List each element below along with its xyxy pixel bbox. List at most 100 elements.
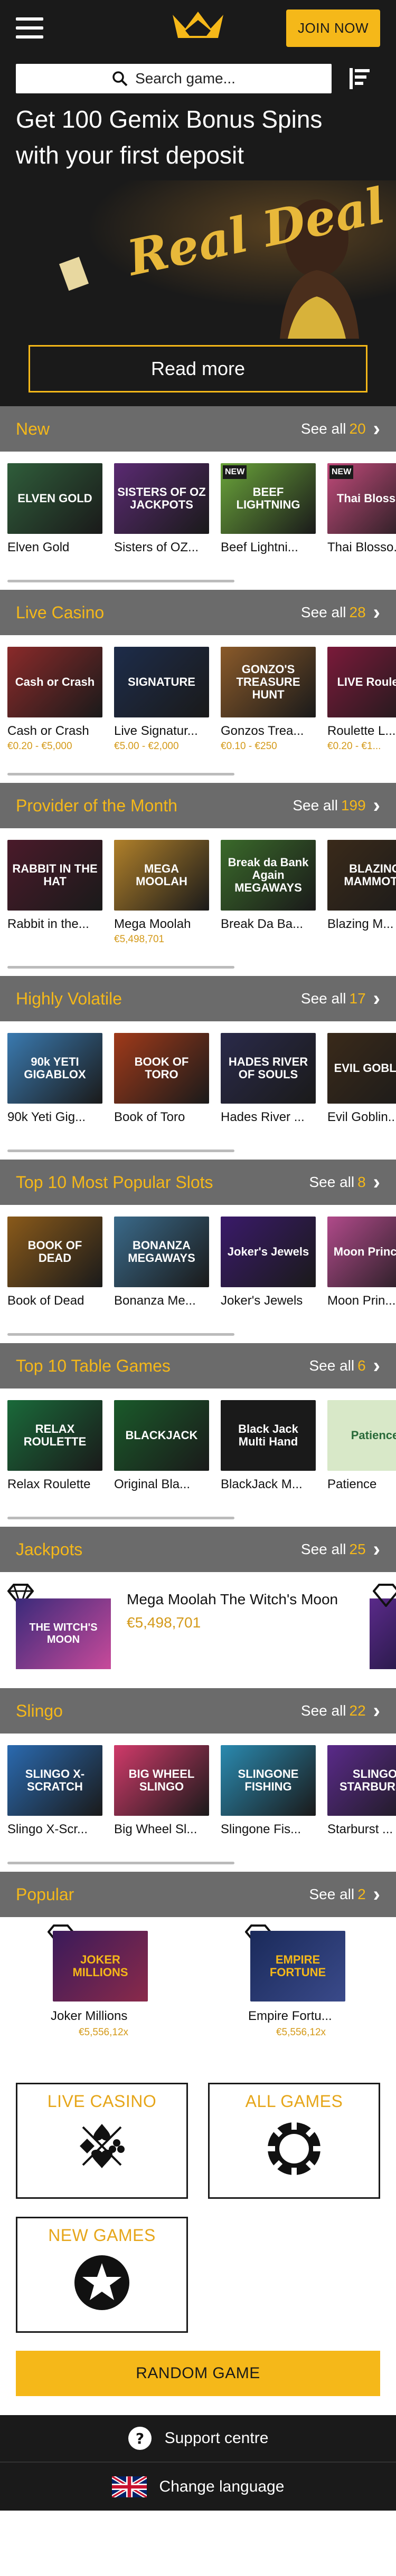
game-card[interactable]: MEGA MOOLAH Mega Moolah €5,498,701 <box>114 840 209 976</box>
see-all-link[interactable]: See all 28 › <box>301 601 380 625</box>
game-title: Break Da Ba... <box>221 917 304 931</box>
game-card[interactable]: Break da Bank Again MEGAWAYS Break Da Ba.… <box>221 840 316 976</box>
change-language-link[interactable]: Change language <box>0 2463 396 2511</box>
see-all-count: 17 <box>349 990 366 1007</box>
see-all-link[interactable]: See all 20 › <box>301 417 380 441</box>
row-scrollbar[interactable] <box>7 1517 234 1519</box>
help-icon: ? <box>128 2427 152 2450</box>
game-title: Rabbit in the... <box>7 917 89 931</box>
hero-real-deal-image: Real Deal <box>0 180 396 339</box>
game-thumbnail: Moon Princess <box>327 1217 396 1287</box>
row-scrollbar[interactable] <box>7 1150 234 1152</box>
chevron-right-icon: › <box>373 1170 380 1194</box>
game-card[interactable]: Cash or Crash Cash or Crash €0.20 - €5,000 <box>7 647 102 783</box>
see-all-count: 2 <box>357 1886 366 1902</box>
new-games-tile[interactable]: NEW GAMES <box>16 2217 188 2333</box>
see-all-count: 28 <box>349 604 366 620</box>
star-icon <box>74 2255 129 2310</box>
game-title: Hades River ... <box>221 1110 305 1124</box>
section-title: New <box>16 419 50 438</box>
game-card[interactable]: ELVEN GOLD Elven Gold <box>7 463 102 590</box>
section-header-top10-table: Top 10 Table Games See all 6 › <box>0 1343 396 1388</box>
game-card[interactable]: BLAZING MAMMOTH Blazing M... <box>327 840 396 976</box>
support-centre-link[interactable]: ? Support centre <box>0 2415 396 2462</box>
row-scrollbar[interactable] <box>7 1333 234 1336</box>
game-card[interactable]: RELAX ROULETTE Relax Roulette <box>7 1400 102 1527</box>
section-header-top10-slots: Top 10 Most Popular Slots See all 8 › <box>0 1160 396 1205</box>
game-thumbnail: BOOK OF DEAD <box>7 1217 102 1287</box>
game-thumbnail: Patience <box>327 1400 396 1471</box>
game-card[interactable]: BOOK OF TORO Book of Toro <box>114 1033 209 1160</box>
game-card[interactable]: SISTERS OF OZ JACKPOTS Sisters of OZ... <box>114 463 209 590</box>
jackpot-card[interactable]: THE WITCH'S MOON Mega Moolah The Witch's… <box>0 1572 396 1688</box>
game-card[interactable]: Joker's Jewels Joker's Jewels <box>221 1217 316 1343</box>
game-card[interactable]: Patience Patience <box>327 1400 396 1527</box>
game-card[interactable]: LIVE Roulette Roulette L... €0.20 - €1... <box>327 647 396 783</box>
game-card[interactable]: BOOK OF DEAD Book of Dead <box>7 1217 102 1343</box>
see-all-link[interactable]: See all 8 › <box>309 1171 380 1194</box>
game-card[interactable]: Black Jack Multi Hand BlackJack M... <box>221 1400 316 1527</box>
game-card[interactable]: SLINGO X-SCRATCH Slingo X-Scr... <box>7 1745 102 1872</box>
section-header-popular: Popular See all 2 › <box>0 1872 396 1917</box>
game-card[interactable]: SIGNATURE Live Signatur... €5.00 - €2,000 <box>114 647 209 783</box>
jackpot-game-title: Mega Moolah The Witch's Moon <box>127 1591 338 1607</box>
chevron-right-icon: › <box>373 1882 380 1906</box>
game-thumbnail: EVIL GOBLINS <box>327 1033 396 1104</box>
game-title: Gonzos Trea... <box>221 724 304 738</box>
game-title: Patience <box>327 1477 377 1491</box>
see-all-link[interactable]: See all 2 › <box>309 1883 380 1907</box>
game-card[interactable]: BEEF LIGHTNING NEW Beef Lightni... <box>221 463 316 590</box>
game-card[interactable]: Moon Princess Moon Prin... <box>327 1217 396 1343</box>
game-card[interactable]: BLACKJACK Original Bla... <box>114 1400 209 1527</box>
game-card[interactable]: Thai BlossomNEW Thai Blosso... <box>327 463 396 590</box>
filter-sort-icon[interactable] <box>346 66 372 91</box>
game-title: Starburst ... <box>327 1822 393 1836</box>
jackpot-diamond-icon <box>373 1584 396 1607</box>
jackpot-game-image[interactable]: THE WITCH'S MOON <box>16 1598 111 1669</box>
game-thumbnail: ELVEN GOLD <box>7 463 102 534</box>
game-title: Original Bla... <box>114 1477 191 1491</box>
game-thumbnail: LIVE Roulette <box>327 647 396 717</box>
random-game-button[interactable]: RANDOM GAME <box>16 2351 380 2396</box>
see-all-label: See all <box>300 1702 346 1719</box>
row-scrollbar[interactable] <box>7 773 234 775</box>
see-all-link[interactable]: See all 6 › <box>309 1354 380 1378</box>
see-all-link[interactable]: See all 25 › <box>301 1538 380 1562</box>
game-card[interactable]: GONZO'S TREASURE HUNT Gonzos Trea... €0.10… <box>221 647 316 783</box>
see-all-count: 22 <box>349 1702 366 1719</box>
row-scrollbar[interactable] <box>7 1862 234 1864</box>
game-row-provider: RABBIT IN THE HAT Rabbit in the... MEGA MO… <box>0 828 396 976</box>
crown-logo[interactable] <box>169 9 227 44</box>
row-scrollbar[interactable] <box>7 580 234 582</box>
game-card[interactable]: SLINGO STARBURST Starburst ... <box>327 1745 396 1872</box>
game-thumbnail: BEEF LIGHTNING NEW <box>221 463 316 534</box>
see-all-link[interactable]: See all 199 › <box>293 794 380 818</box>
game-subtitle: €5,498,701 <box>114 934 165 945</box>
game-card[interactable]: BONANZA MEGAWAYS Bonanza Me... <box>114 1217 209 1343</box>
game-thumbnail: BOOK OF TORO <box>114 1033 209 1104</box>
game-card[interactable]: EVIL GOBLINS Evil Goblin... <box>327 1033 396 1160</box>
see-all-link[interactable]: See all 17 › <box>301 987 380 1011</box>
chevron-right-icon: › <box>373 417 380 440</box>
see-all-link[interactable]: See all 22 › <box>301 1699 380 1723</box>
search-input[interactable]: Search game... <box>16 64 332 93</box>
join-now-button[interactable]: JOIN NOW <box>286 9 380 47</box>
read-more-button[interactable]: Read more <box>29 345 367 392</box>
popular-game-card[interactable]: EMPIRE FORTUNE Empire Fortu... €5,556,12… <box>243 1924 359 2038</box>
game-card[interactable]: SLINGONE FISHING Slingone Fis... <box>221 1745 316 1872</box>
game-card[interactable]: BIG WHEEL SLINGO Big Wheel Sl... <box>114 1745 209 1872</box>
menu-icon[interactable] <box>16 17 43 39</box>
popular-game-card[interactable]: JOKER MILLIONS Joker Millions €5,556,12x <box>45 1924 162 2038</box>
game-title: Joker Millions <box>51 2009 128 2023</box>
section-header-slingo: Slingo See all 22 › <box>0 1688 396 1734</box>
game-card[interactable]: 90k YETI GIGABLOX 90k Yeti Gig... <box>7 1033 102 1160</box>
all-games-tile[interactable]: ALL GAMES <box>208 2083 380 2199</box>
game-card[interactable]: HADES RIVER OF SOULS Hades River ... <box>221 1033 316 1160</box>
row-scrollbar[interactable] <box>7 966 234 969</box>
game-title: BlackJack M... <box>221 1477 303 1491</box>
section-title: Jackpots <box>16 1539 83 1559</box>
next-jackpot-peek[interactable] <box>370 1598 396 1669</box>
game-card[interactable]: RABBIT IN THE HAT Rabbit in the... <box>7 840 102 976</box>
game-title: Big Wheel Sl... <box>114 1822 197 1836</box>
live-casino-tile[interactable]: LIVE CASINO <box>16 2083 188 2199</box>
